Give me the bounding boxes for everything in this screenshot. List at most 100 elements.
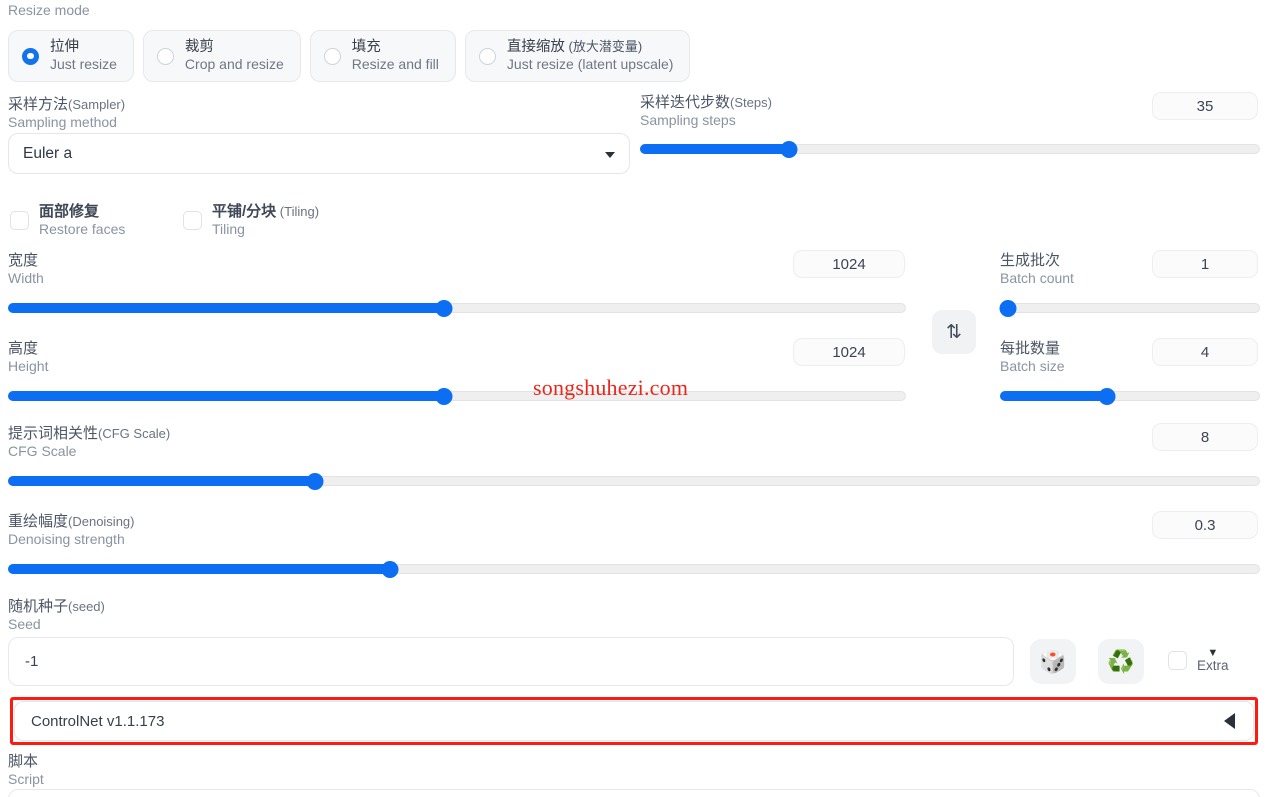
extra-seed-checkbox[interactable] xyxy=(1168,650,1187,670)
width-label: 宽度 Width xyxy=(8,252,44,288)
chevron-down-icon[interactable] xyxy=(605,151,615,158)
chevron-left-icon[interactable] xyxy=(1224,713,1235,729)
cfg-scale-value: 8 xyxy=(1200,428,1210,446)
resize-option-cn-1: 裁剪 xyxy=(184,39,214,56)
resize-option-cn-2: 填充 xyxy=(351,39,381,56)
seed-label-en: Seed xyxy=(8,615,41,632)
denoising-label-cn: 重绘幅度 xyxy=(8,513,69,530)
batch-size-label-en: Batch size xyxy=(1000,357,1065,374)
dice-icon: 🎲 xyxy=(1039,648,1067,674)
random-seed-button[interactable]: 🎲 xyxy=(1030,639,1076,684)
radio-indicator-crop-and-resize[interactable] xyxy=(156,47,174,65)
resize-mode-title: Resize mode xyxy=(8,2,90,18)
watermark-text: songshuhezi.com xyxy=(533,375,689,400)
radio-indicator-latent-upscale[interactable] xyxy=(478,47,496,65)
slider-thumb[interactable] xyxy=(780,141,798,158)
slider-fill xyxy=(8,564,390,574)
batch-size-value-box[interactable]: 4 xyxy=(1152,338,1258,366)
radio-indicator-just-resize[interactable] xyxy=(22,47,39,65)
sampling-method-select[interactable]: Euler a xyxy=(8,133,630,174)
tiling-label-cn: 平铺/分块 xyxy=(212,203,277,220)
sampling-method-value: Euler a xyxy=(23,144,73,162)
sampling-method-label-paren: (Sampler) xyxy=(68,97,126,112)
resize-mode-option-just-resize[interactable]: 拉伸 Just resize xyxy=(8,30,134,82)
batch-count-label-cn: 生成批次 xyxy=(1000,252,1061,269)
slider-track xyxy=(1000,303,1260,313)
resize-option-cn-0: 拉伸 xyxy=(50,39,79,56)
height-slider[interactable] xyxy=(8,388,906,405)
sampling-method-label: 采样方法(Sampler) Sampling method xyxy=(8,96,125,132)
denoising-label-en: Denoising strength xyxy=(8,530,125,547)
resize-option-en-0: Just resize xyxy=(50,56,117,72)
slider-thumb[interactable] xyxy=(435,300,453,317)
tiling-label-paren: (Tiling) xyxy=(276,204,320,219)
tiling-checkbox[interactable] xyxy=(183,211,202,231)
script-select[interactable] xyxy=(8,789,1260,797)
batch-count-value: 1 xyxy=(1200,255,1210,273)
resize-option-en-1: Crop and resize xyxy=(184,56,284,72)
tiling-checkbox-row[interactable]: 平铺/分块 (Tiling) Tiling xyxy=(183,203,319,239)
batch-count-value-box[interactable]: 1 xyxy=(1152,250,1258,278)
restore-faces-checkbox[interactable] xyxy=(10,211,29,231)
slider-thumb[interactable] xyxy=(999,300,1017,317)
script-label-en: Script xyxy=(8,770,44,787)
cfg-scale-label-paren: (CFG Scale) xyxy=(98,426,171,441)
extra-seed-options-row[interactable]: ▼ Extra xyxy=(1168,648,1229,673)
batch-count-label: 生成批次 Batch count xyxy=(1000,252,1074,288)
batch-size-label-cn: 每批数量 xyxy=(1000,340,1061,357)
slider-fill xyxy=(640,144,789,154)
script-label: 脚本 Script xyxy=(8,753,44,789)
tiling-label-en: Tiling xyxy=(212,220,245,237)
height-label-cn: 高度 xyxy=(8,340,39,357)
sampling-method-label-en: Sampling method xyxy=(8,113,117,130)
sampling-steps-value: 35 xyxy=(1196,97,1214,115)
restore-faces-label-cn: 面部修复 xyxy=(39,203,100,220)
restore-faces-checkbox-row[interactable]: 面部修复 Restore faces xyxy=(10,203,125,239)
recycle-icon: ♻️ xyxy=(1107,648,1135,674)
denoising-value: 0.3 xyxy=(1194,516,1216,534)
width-slider[interactable] xyxy=(8,300,906,317)
width-value-box[interactable]: 1024 xyxy=(793,250,905,278)
swap-dimensions-button[interactable]: ⇅ xyxy=(932,310,976,354)
slider-thumb[interactable] xyxy=(435,388,453,405)
img2img-settings-panel: Resize mode 拉伸 Just resize 裁剪 Crop and r… xyxy=(0,0,1280,797)
sampling-steps-label-cn: 采样迭代步数 xyxy=(640,94,731,111)
denoising-strength-label: 重绘幅度(Denoising) Denoising strength xyxy=(8,513,135,549)
denoising-label-paren: (Denoising) xyxy=(68,514,135,529)
sampling-steps-slider[interactable] xyxy=(640,141,1260,158)
script-label-cn: 脚本 xyxy=(8,753,39,770)
sampling-steps-label-en: Sampling steps xyxy=(640,111,736,128)
resize-mode-option-resize-and-fill[interactable]: 填充 Resize and fill xyxy=(309,30,456,82)
batch-count-label-en: Batch count xyxy=(1000,269,1074,286)
denoising-strength-slider[interactable] xyxy=(8,561,1260,578)
resize-mode-radio-group: 拉伸 Just resize 裁剪 Crop and resize 填充 Res… xyxy=(8,30,691,82)
height-value: 1024 xyxy=(832,343,866,361)
slider-thumb[interactable] xyxy=(306,473,324,490)
height-value-box[interactable]: 1024 xyxy=(793,338,905,366)
sampling-steps-value-box[interactable]: 35 xyxy=(1152,92,1258,120)
resize-mode-option-latent-upscale[interactable]: 直接缩放 (放大潜变量) Just resize (latent upscale… xyxy=(464,30,691,82)
slider-thumb[interactable] xyxy=(381,561,399,578)
reuse-seed-button[interactable]: ♻️ xyxy=(1098,639,1144,684)
resize-mode-option-crop-and-resize[interactable]: 裁剪 Crop and resize xyxy=(142,30,301,82)
resize-option-cn-3: 直接缩放 xyxy=(506,39,565,56)
slider-fill xyxy=(8,303,444,313)
slider-thumb[interactable] xyxy=(1098,388,1116,405)
cfg-scale-label: 提示词相关性(CFG Scale) CFG Scale xyxy=(8,425,170,461)
denoising-value-box[interactable]: 0.3 xyxy=(1152,511,1258,539)
seed-input[interactable]: -1 xyxy=(8,637,1014,686)
cfg-scale-label-en: CFG Scale xyxy=(8,442,77,459)
seed-label-cn: 随机种子 xyxy=(8,598,69,615)
controlnet-accordion[interactable]: ControlNet v1.1.173 xyxy=(14,701,1254,741)
width-label-en: Width xyxy=(8,269,44,286)
resize-option-en-2: Resize and fill xyxy=(351,56,439,72)
resize-option-en-3: Just resize (latent upscale) xyxy=(506,56,674,72)
seed-label-paren: (seed) xyxy=(68,599,105,614)
radio-indicator-resize-and-fill[interactable] xyxy=(323,47,341,65)
cfg-scale-slider[interactable] xyxy=(8,473,1260,490)
sampling-steps-label: 采样迭代步数(Steps) Sampling steps xyxy=(640,94,772,130)
extra-seed-label: Extra xyxy=(1197,658,1229,673)
batch-count-slider[interactable] xyxy=(999,300,1260,317)
cfg-scale-value-box[interactable]: 8 xyxy=(1152,423,1258,451)
batch-size-slider[interactable] xyxy=(1000,388,1260,405)
